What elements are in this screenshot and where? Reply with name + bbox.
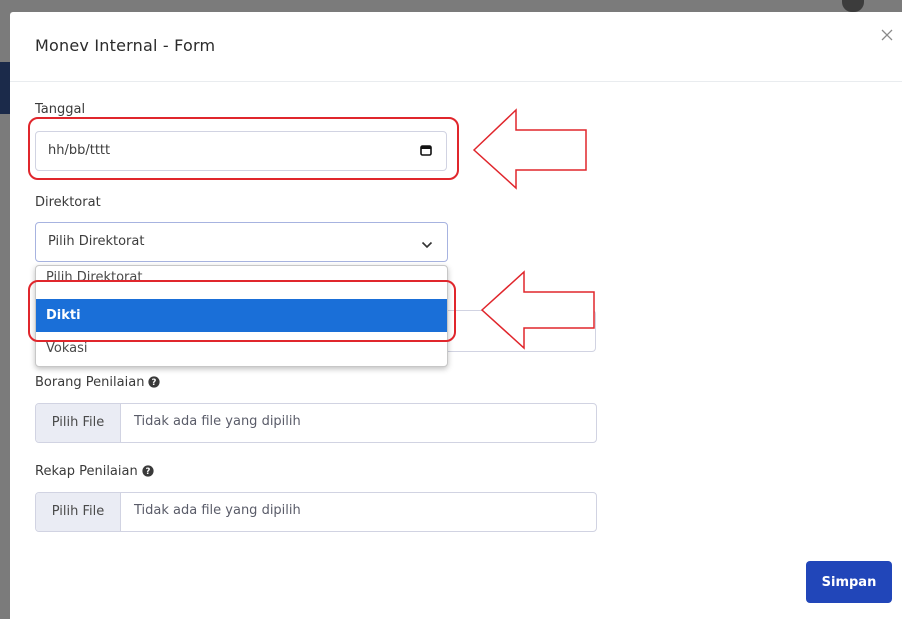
direktorat-select[interactable]: Pilih Direktorat (35, 222, 448, 262)
annotation-arrow-left-icon (480, 270, 595, 350)
modal-header: Monev Internal - Form (10, 12, 902, 82)
save-button[interactable]: Simpan (806, 561, 892, 603)
annotation-arrow-left-icon (472, 108, 587, 190)
borang-file-placeholder: Tidak ada file yang dipilih (134, 414, 301, 429)
borang-file-input[interactable]: Pilih File Tidak ada file yang dipilih (35, 403, 597, 443)
tanggal-label: Tanggal (35, 102, 86, 117)
question-circle-icon[interactable]: ? (148, 376, 161, 392)
rekap-choose-file-button[interactable]: Pilih File (36, 493, 121, 531)
rekap-file-placeholder: Tidak ada file yang dipilih (134, 503, 301, 518)
direktorat-selected-value: Pilih Direktorat (48, 234, 145, 249)
direktorat-label: Direktorat (35, 195, 101, 210)
annotation-highlight-dikti (28, 280, 456, 342)
modal-title: Monev Internal - Form (35, 36, 216, 55)
svg-text:?: ? (152, 378, 157, 388)
svg-text:?: ? (145, 467, 150, 477)
rekap-label: Rekap Penilaian ? (35, 464, 154, 481)
question-circle-icon[interactable]: ? (142, 465, 154, 481)
borang-label: Borang Penilaian ? (35, 375, 161, 392)
backdrop-sidebar-fragment (0, 62, 10, 114)
backdrop-top (0, 0, 902, 12)
annotation-highlight-date (28, 117, 459, 180)
rekap-label-text: Rekap Penilaian (35, 464, 138, 479)
close-icon[interactable] (878, 26, 896, 44)
borang-label-text: Borang Penilaian (35, 375, 145, 390)
chevron-down-icon (421, 238, 433, 253)
rekap-file-input[interactable]: Pilih File Tidak ada file yang dipilih (35, 492, 597, 532)
borang-choose-file-button[interactable]: Pilih File (36, 404, 121, 442)
